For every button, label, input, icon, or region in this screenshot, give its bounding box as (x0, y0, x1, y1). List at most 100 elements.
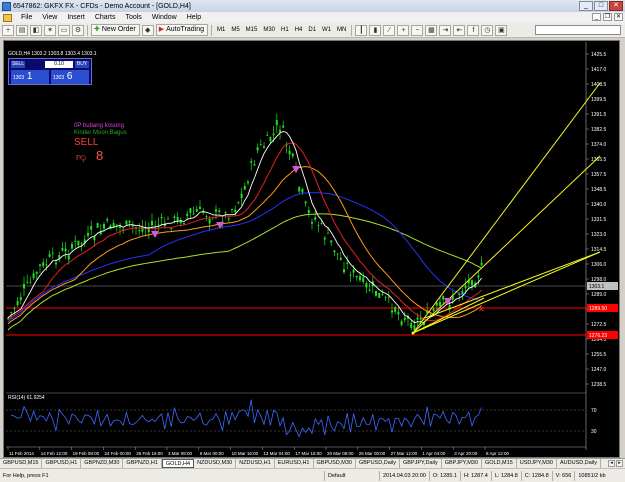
tab-usdjpy-m30[interactable]: USDJPY,M30 (517, 459, 557, 468)
candle-body (218, 210, 221, 212)
candle-body (128, 220, 131, 223)
candle-body (42, 262, 45, 267)
price-tick-label: 1417.0 (591, 67, 607, 73)
one-click-trading-panel: SELL 0.10 BUY 1303 1 1303 6 (8, 58, 92, 85)
candle-body (439, 301, 441, 306)
candle-body (167, 218, 169, 220)
tab-right-icon[interactable]: ▸ (616, 460, 623, 467)
candle-body (480, 262, 483, 266)
candle-body (106, 219, 109, 221)
status-bar: For Help, press F1 Default 2014.04.03 20… (0, 468, 625, 482)
tab-left-icon[interactable]: ◂ (608, 460, 615, 467)
candle-body (176, 216, 179, 222)
buy-button[interactable]: BUY (75, 61, 89, 68)
candle-body (74, 240, 77, 242)
candle-body (378, 292, 381, 298)
sell-price-prefix: 1303 (13, 75, 25, 81)
candle-body (477, 275, 480, 278)
candle-body (67, 255, 70, 260)
tab-gbpusd-daily[interactable]: GBPUSD,Daily (356, 459, 400, 468)
candle-body (26, 282, 29, 283)
candle-body (7, 317, 9, 319)
candle-body (125, 220, 128, 225)
tab-nzdusd-h1[interactable]: NZDUSD,H1 (236, 459, 275, 468)
candle-body (362, 277, 365, 283)
candle-body (387, 296, 390, 298)
terminal-window: 6547862: GKFX FX - CFDs - Demo Account -… (0, 0, 625, 482)
candle-body (240, 193, 243, 199)
candle-body (96, 223, 99, 228)
price-tick-label: 1289.0 (591, 292, 607, 298)
price-tick-label: 1238.5 (591, 382, 607, 388)
price-highlight-label: 1276.23 (589, 333, 607, 339)
candle-body (365, 282, 368, 288)
time-tick-label: 11 Feb 2014 (9, 451, 34, 456)
tab-eurusd-h1[interactable]: EURUSD,H1 (275, 459, 314, 468)
candle-body (160, 216, 163, 219)
candle-body (112, 222, 115, 228)
tab-gbpnzd-m30[interactable]: GBPNZD,M30 (81, 459, 124, 468)
lot-size-input[interactable]: 0.10 (45, 61, 73, 68)
candle-body (39, 264, 41, 266)
tab-gbpusd-m30[interactable]: GBPUSD,M30 (314, 459, 356, 468)
candle-body (432, 308, 435, 312)
tab-gbpnzd-h1[interactable]: GBPNZD,H1 (123, 459, 162, 468)
tab-gbpjpy-m30[interactable]: GBPJPY,M30 (442, 459, 482, 468)
candle-body (138, 230, 141, 231)
candle-body (215, 209, 217, 212)
candle-body (199, 206, 201, 210)
candle-body (16, 300, 19, 306)
price-chart[interactable]: 1425.51417.01408.51399.51391.51382.51374… (0, 0, 625, 482)
candle-body (279, 129, 281, 133)
candle-body (403, 317, 406, 320)
sell-button[interactable]: SELL (11, 61, 25, 68)
candle-body (234, 209, 237, 213)
price-tick-label: 1247.0 (591, 367, 607, 373)
tab-gbpusd-h1[interactable]: GBPUSD,H1 (42, 459, 82, 468)
candle-body (77, 240, 80, 246)
candle-body (346, 262, 349, 264)
buy-price-prefix: 1303 (53, 75, 65, 81)
candle-body (343, 269, 345, 273)
candle-body (93, 236, 96, 241)
tab-gold-h4[interactable]: GOLD,H4 (161, 459, 195, 468)
candle-body (183, 223, 185, 224)
tab-nzdusd-m30[interactable]: NZDUSD,M30 (194, 459, 237, 468)
tab-gold-m15[interactable]: GOLD,M15 (482, 459, 517, 468)
indicator-label-fp: 0P bubang kosong (74, 123, 124, 129)
candle-body (291, 153, 294, 157)
indicator-label-kinder: Kinder Moon Bagus (74, 130, 127, 136)
sell-price[interactable]: 1303 1 (11, 70, 49, 84)
candle-body (189, 208, 192, 213)
candle-body (327, 232, 329, 234)
candle-body (301, 188, 304, 193)
price-tick-label: 1425.5 (591, 52, 607, 58)
trend-anchor-point (411, 331, 415, 335)
time-tick-label: 3 Apr 20:00 (454, 451, 478, 456)
tab-audusd-daily[interactable]: AUDUSD,Daily (557, 459, 601, 468)
time-tick-label: 1 Apr 04:00 (422, 451, 446, 456)
candle-body (275, 120, 278, 126)
price-tick-label: 1391.5 (591, 112, 607, 118)
price-highlight-label: 1303.1 (589, 284, 605, 290)
candle-body (311, 221, 313, 224)
time-tick-label: 24 Feb 00:00 (104, 451, 131, 456)
rsi-label: RSI(14) 61.9254 (8, 395, 45, 401)
candle-body (237, 202, 240, 204)
candle-body (224, 212, 227, 214)
buy-price[interactable]: 1303 6 (51, 70, 89, 84)
candle-body (266, 135, 269, 137)
candle-body (151, 220, 153, 226)
candle-body (282, 125, 285, 128)
rsi-tick-label: 70 (591, 408, 597, 414)
tab-gbpjpy-daily[interactable]: GBPJPY,Daily (400, 459, 442, 468)
tab-gbpusd-m15[interactable]: GBPUSD,M15 (0, 459, 43, 468)
candle-body (397, 311, 400, 315)
time-tick-label: 6 Mar 00:00 (200, 451, 225, 456)
time-tick-label: 8 Apr 12:00 (486, 451, 510, 456)
status-help: For Help, press F1 (0, 470, 325, 481)
candle-body (243, 185, 246, 190)
candle-body (368, 289, 371, 291)
candle-body (339, 257, 342, 260)
time-tick-label: 19 Feb 08:00 (73, 451, 100, 456)
